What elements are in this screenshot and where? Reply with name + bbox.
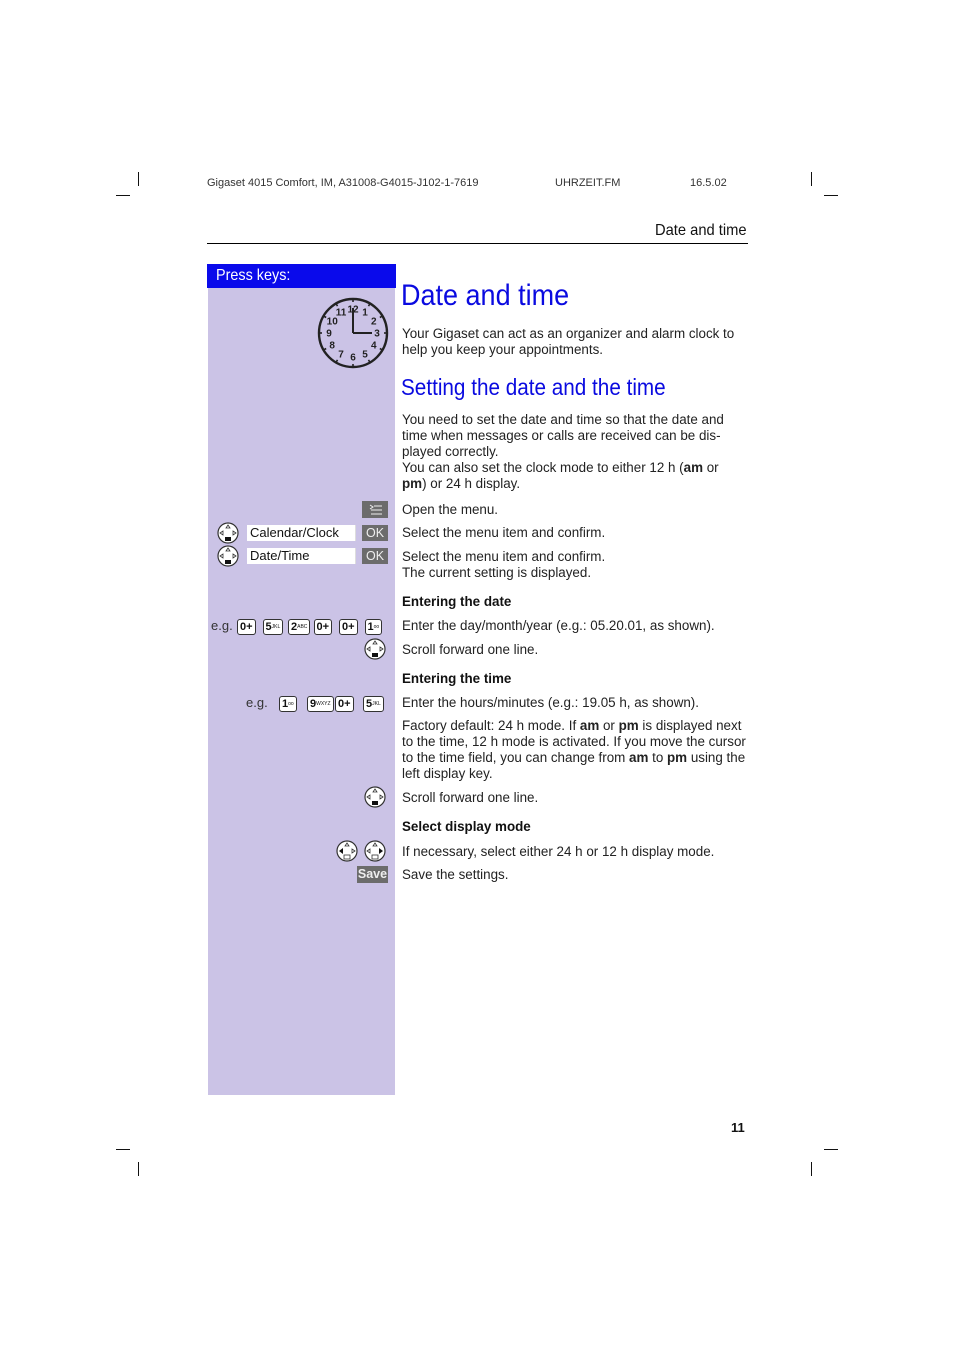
step-enter-date: Enter the day/month/year (e.g.: 05.20.01… bbox=[402, 618, 715, 633]
step-scroll-date: Scroll forward one line. bbox=[402, 642, 539, 657]
clock-number: 9 bbox=[326, 329, 332, 340]
heading-entering-date: Entering the date bbox=[402, 594, 512, 609]
ok-softkey[interactable]: OK bbox=[362, 548, 388, 564]
menu-key[interactable] bbox=[362, 501, 388, 518]
crop-mark bbox=[138, 172, 139, 186]
step-enter-time: Enter the hours/minutes (e.g.: 19.05 h, … bbox=[402, 695, 699, 710]
factory-default-note: Factory default: 24 h mode. If am or pm … bbox=[402, 718, 746, 782]
menu-icon bbox=[369, 504, 382, 515]
clock-number: 3 bbox=[374, 329, 380, 340]
crop-mark bbox=[138, 1162, 139, 1176]
keypad-key-0[interactable]: 0+ bbox=[335, 696, 354, 712]
step-save: Save the settings. bbox=[402, 867, 509, 882]
running-head: Date and time bbox=[655, 222, 747, 239]
nav-key-down-icon[interactable] bbox=[364, 638, 386, 660]
heading-display-mode: Select display mode bbox=[402, 819, 531, 834]
nav-key-left-icon[interactable] bbox=[336, 840, 358, 862]
keypad-key-0[interactable]: 0+ bbox=[313, 619, 333, 635]
ok-softkey[interactable]: OK bbox=[362, 525, 388, 541]
keypad-key-9[interactable]: 9WXYZ bbox=[307, 696, 334, 712]
eg-label: e.g. bbox=[211, 618, 233, 633]
keypad-key-1[interactable]: 1oo bbox=[279, 696, 297, 712]
display-date-time: Date/Time bbox=[247, 548, 356, 564]
crop-mark bbox=[116, 195, 130, 196]
eg-label: e.g. bbox=[246, 695, 268, 710]
step-select-2: Select the menu item and confirm. The cur… bbox=[402, 549, 606, 581]
crop-mark bbox=[116, 1149, 130, 1150]
keypad-key-0[interactable]: 0+ bbox=[237, 619, 256, 635]
clock-number: 1 bbox=[362, 308, 368, 319]
clock-icon: 12 1234567891011 bbox=[317, 297, 389, 369]
press-keys-column bbox=[208, 265, 395, 1095]
intro-paragraph: Your Gigaset can act as an organizer and… bbox=[402, 326, 735, 358]
clock-number: 12 bbox=[347, 305, 359, 316]
crop-mark bbox=[824, 195, 838, 196]
save-softkey[interactable]: Save bbox=[357, 866, 388, 883]
keypad-key-5[interactable]: 5JKL bbox=[363, 696, 384, 712]
file-name: UHRZEIT.FM bbox=[555, 177, 621, 189]
step-select-1: Select the menu item and confirm. bbox=[402, 525, 606, 540]
heading-entering-time: Entering the time bbox=[402, 671, 512, 686]
page-number: 11 bbox=[731, 1120, 745, 1135]
section-title: Setting the date and the time bbox=[401, 374, 666, 400]
step-select-mode: If necessary, select either 24 h or 12 h… bbox=[402, 844, 715, 859]
step-open-menu: Open the menu. bbox=[402, 502, 499, 517]
nav-key-down-icon[interactable] bbox=[217, 545, 239, 567]
clock-number: 8 bbox=[329, 341, 335, 352]
press-keys-header: Press keys: bbox=[207, 264, 396, 288]
print-date: 16.5.02 bbox=[690, 177, 727, 189]
clock-number: 6 bbox=[350, 353, 356, 364]
keypad-key-0[interactable]: 0+ bbox=[339, 619, 358, 635]
doc-id: Gigaset 4015 Comfort, IM, A31008-G4015-J… bbox=[207, 177, 479, 189]
crop-mark bbox=[811, 172, 812, 186]
clock-number: 5 bbox=[362, 349, 368, 360]
crop-mark bbox=[824, 1149, 838, 1150]
keypad-key-2[interactable]: 2ABC bbox=[288, 619, 311, 635]
clock-number: 2 bbox=[371, 317, 377, 328]
page-title: Date and time bbox=[401, 279, 570, 312]
step-scroll-time: Scroll forward one line. bbox=[402, 790, 539, 805]
keypad-key-5[interactable]: 5JKL bbox=[262, 619, 284, 635]
header-rule bbox=[207, 243, 748, 244]
nav-key-down-icon[interactable] bbox=[217, 522, 239, 544]
section-paragraph: You need to set the date and time so tha… bbox=[402, 412, 724, 492]
clock-number: 7 bbox=[338, 349, 344, 360]
display-calendar-clock: Calendar/Clock bbox=[247, 525, 356, 541]
nav-key-right-icon[interactable] bbox=[364, 840, 386, 862]
clock-number: 11 bbox=[336, 308, 347, 319]
crop-mark bbox=[811, 1162, 812, 1176]
clock-number: 4 bbox=[371, 341, 377, 352]
nav-key-down-icon[interactable] bbox=[364, 786, 386, 808]
keypad-key-1[interactable]: 1oo bbox=[364, 619, 383, 635]
